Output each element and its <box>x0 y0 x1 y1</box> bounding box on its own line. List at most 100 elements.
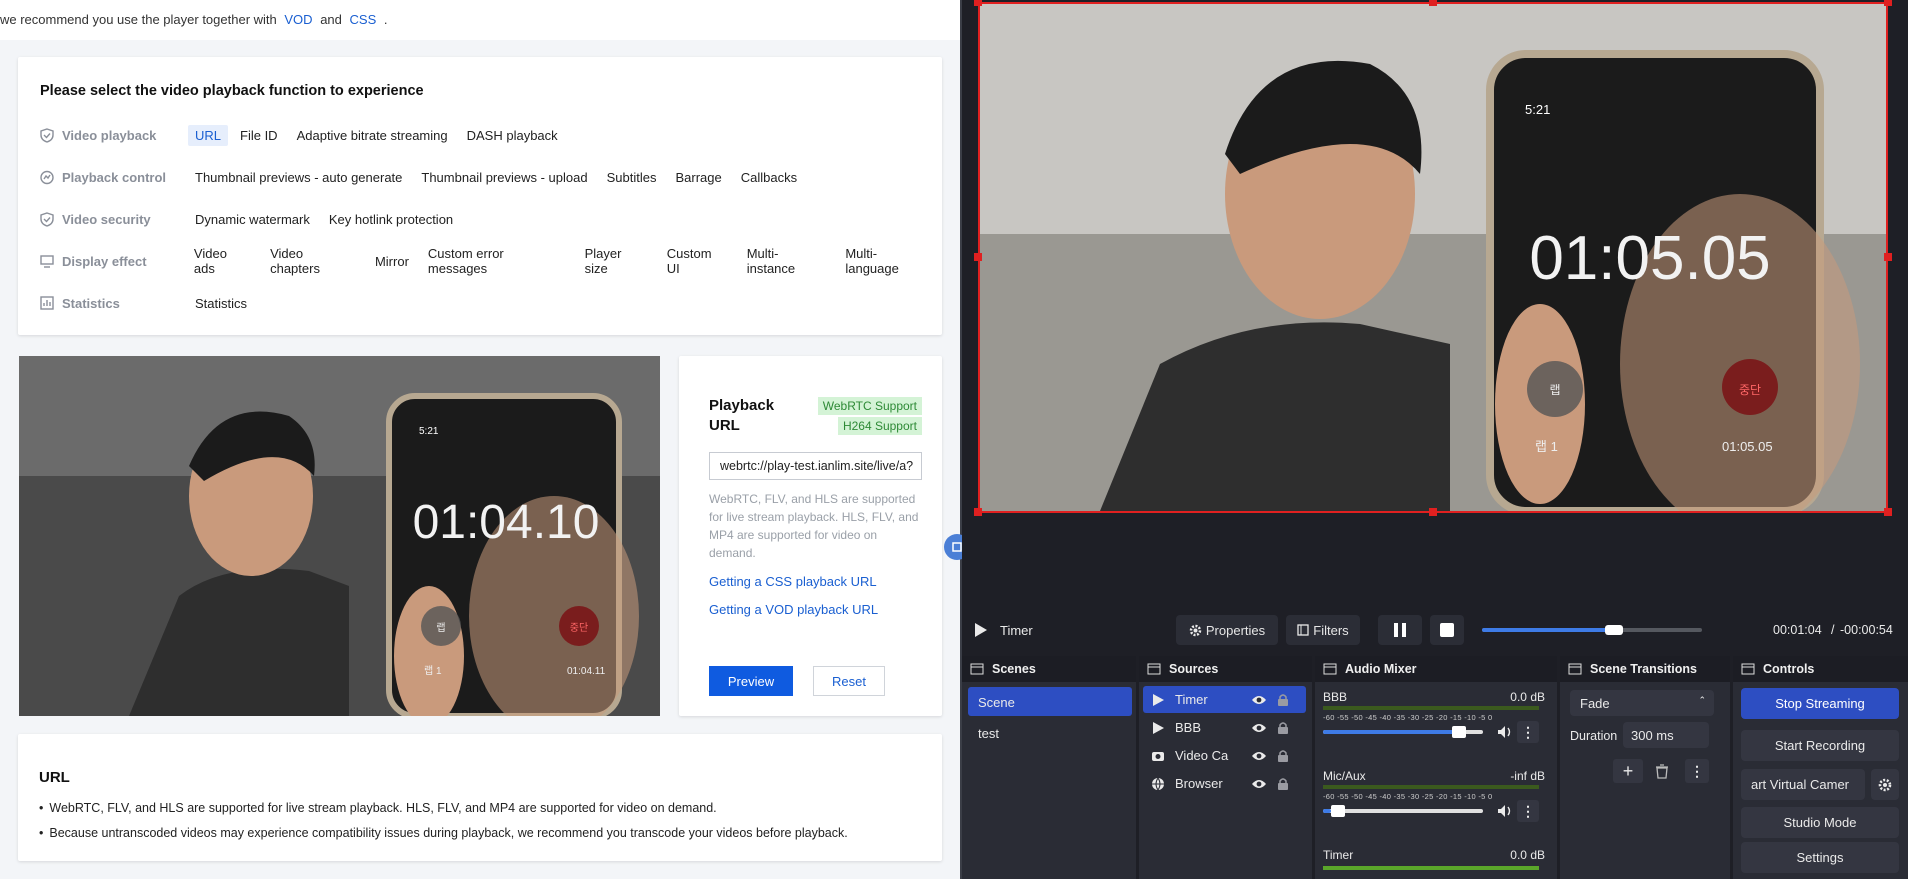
pause-icon <box>1394 623 1406 637</box>
feature-option[interactable]: Dynamic watermark <box>188 209 317 230</box>
lock-icon[interactable] <box>1277 721 1289 735</box>
monitor-icon <box>40 254 54 268</box>
speaker-icon[interactable] <box>1497 804 1513 818</box>
feature-option[interactable]: Player size <box>578 243 655 279</box>
info-bullet: Because untranscoded videos may experien… <box>39 826 847 840</box>
shield-check-icon <box>40 211 54 227</box>
trash-icon[interactable] <box>1655 764 1669 779</box>
feature-option[interactable]: Thumbnail previews - auto generate <box>188 167 409 188</box>
start-virtual-camera-button[interactable]: art Virtual Camer <box>1741 769 1865 800</box>
volume-thumb[interactable] <box>1331 805 1345 817</box>
video-player[interactable]: 01:04.10 5:21 랩 중단 랩 1 01:04.11 <box>19 356 660 716</box>
feature-option[interactable]: URL <box>188 124 229 146</box>
more-options-icon[interactable]: ⋮ <box>1517 800 1539 822</box>
source-item[interactable]: BBB <box>1143 714 1306 741</box>
feature-option[interactable]: Thumbnail previews - upload <box>414 167 594 188</box>
lock-icon[interactable] <box>1277 777 1289 791</box>
preview-phone-clock: 5:21 <box>1525 102 1550 117</box>
webrtc-support-badge: WebRTC Support <box>817 397 922 415</box>
preview-canvas[interactable]: 01:05.05 5:21 랩 중단 랩 1 01:05.05 <box>978 2 1888 513</box>
reset-button[interactable]: Reset <box>813 666 885 696</box>
volume-thumb[interactable] <box>1452 726 1466 738</box>
notice-period: . <box>383 12 388 27</box>
feature-option[interactable]: Barrage <box>668 167 728 188</box>
properties-button[interactable]: Properties <box>1176 615 1278 645</box>
feature-option[interactable]: File ID <box>233 125 285 146</box>
feature-option[interactable]: DASH playback <box>460 125 565 146</box>
more-options-icon[interactable]: ⋮ <box>1517 721 1539 743</box>
scene-item-test[interactable]: test <box>968 718 1132 747</box>
volume-fill <box>1323 730 1459 734</box>
css-link[interactable]: CSS <box>350 12 377 27</box>
scene-transitions-header: Scene Transitions <box>1560 656 1730 682</box>
pause-button[interactable] <box>1378 615 1422 645</box>
add-transition-icon[interactable]: + <box>1613 759 1643 783</box>
source-item[interactable]: Timer <box>1143 686 1306 713</box>
feature-option[interactable]: Statistics <box>188 293 254 314</box>
resize-handle[interactable] <box>974 508 982 516</box>
eye-icon[interactable] <box>1251 750 1267 762</box>
transition-type-select[interactable]: Fade ⌃ <box>1570 690 1714 716</box>
mixer-channel-bbb: BBB 0.0 dB -60 -55 -50 -45 -40 -35 -30 -… <box>1323 690 1545 760</box>
virtual-camera-settings-button[interactable] <box>1871 769 1899 800</box>
vod-playback-url-link[interactable]: Getting a VOD playback URL <box>709 602 878 617</box>
start-recording-button[interactable]: Start Recording <box>1741 730 1899 761</box>
seek-bar[interactable] <box>1482 625 1702 635</box>
feature-option[interactable]: Callbacks <box>734 167 804 188</box>
duration-input[interactable]: 300 ms <box>1623 722 1709 748</box>
volume-slider[interactable] <box>1323 809 1483 813</box>
feature-option[interactable]: Custom error messages <box>421 243 573 279</box>
source-name: Video Ca <box>1175 748 1229 763</box>
source-item[interactable]: Browser <box>1143 770 1306 797</box>
eye-icon[interactable] <box>1251 694 1267 706</box>
dock-icon <box>970 663 984 675</box>
feature-option[interactable]: Multi-instance <box>740 243 834 279</box>
studio-mode-button[interactable]: Studio Mode <box>1741 807 1899 838</box>
mixer-channel-timer: Timer 0.0 dB <box>1323 848 1545 878</box>
resize-handle[interactable] <box>1884 253 1892 261</box>
camera-icon <box>1152 751 1164 761</box>
lock-icon[interactable] <box>1277 693 1289 707</box>
play-icon[interactable] <box>974 622 988 638</box>
filters-button[interactable]: Filters <box>1286 615 1360 645</box>
feature-option[interactable]: Multi-language <box>838 243 937 279</box>
notice-and: and <box>320 12 342 27</box>
channel-db: -inf dB <box>1510 769 1545 783</box>
seek-bar-fill <box>1482 628 1614 632</box>
eye-icon[interactable] <box>1251 778 1267 790</box>
preview-button[interactable]: Preview <box>709 666 793 696</box>
feature-option[interactable]: Subtitles <box>600 167 664 188</box>
feature-option[interactable]: Video ads <box>187 243 258 279</box>
vod-link[interactable]: VOD <box>284 12 312 27</box>
level-meter <box>1323 866 1539 870</box>
feature-option[interactable]: Video chapters <box>263 243 363 279</box>
feature-option[interactable]: Key hotlink protection <box>322 209 460 230</box>
notice-text: we recommend you use the player together… <box>0 12 277 27</box>
resize-handle[interactable] <box>1884 0 1892 6</box>
feature-option[interactable]: Custom UI <box>660 243 735 279</box>
resize-handle[interactable] <box>1884 508 1892 516</box>
lock-icon[interactable] <box>1277 749 1289 763</box>
eye-icon[interactable] <box>1251 722 1267 734</box>
resize-handle[interactable] <box>974 0 982 6</box>
seek-thumb[interactable] <box>1605 625 1623 635</box>
stop-button[interactable] <box>1430 615 1464 645</box>
feature-category-label: Video playback <box>62 127 157 143</box>
scene-transitions-title: Scene Transitions <box>1590 662 1697 676</box>
playback-url-input[interactable]: webrtc://play-test.ianlim.site/live/a? <box>709 452 922 480</box>
resize-handle[interactable] <box>1429 508 1437 516</box>
stop-streaming-button[interactable]: Stop Streaming <box>1741 688 1899 719</box>
resize-handle[interactable] <box>1429 0 1437 6</box>
source-item[interactable]: Video Ca <box>1143 742 1306 769</box>
settings-button[interactable]: Settings <box>1741 842 1899 873</box>
feature-option[interactable]: Adaptive bitrate streaming <box>290 125 455 146</box>
preview-stop-button-label: 중단 <box>1739 383 1761 397</box>
css-playback-url-link[interactable]: Getting a CSS playback URL <box>709 574 877 589</box>
speaker-icon[interactable] <box>1497 725 1513 739</box>
scene-item-scene[interactable]: Scene <box>968 687 1132 716</box>
browser-icon <box>1152 777 1164 791</box>
feature-option[interactable]: Mirror <box>368 251 416 272</box>
feature-row: Video security Dynamic watermark Key hotli… <box>40 208 465 230</box>
transition-more-icon[interactable]: ⋮ <box>1685 759 1709 783</box>
resize-handle[interactable] <box>974 253 982 261</box>
